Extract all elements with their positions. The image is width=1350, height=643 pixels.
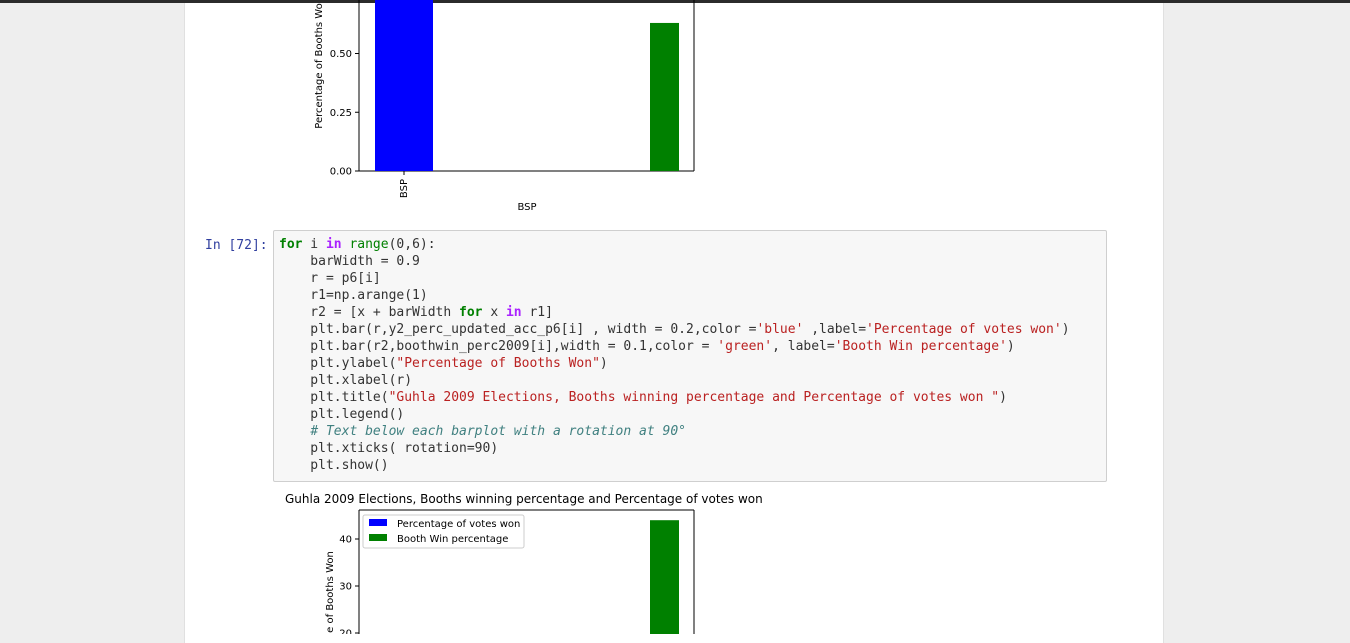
top-chart-bar-1 xyxy=(650,22,679,172)
bottom-chart-ylabel: e of Booths Won xyxy=(325,551,336,633)
top-chart-xlabel: BSP xyxy=(517,202,536,213)
legend-swatch-votes xyxy=(369,519,387,526)
bottom-chart-ytick-label: 20 xyxy=(339,629,352,635)
legend-label-votes: Percentage of votes won xyxy=(397,519,520,530)
legend-label-booth: Booth Win percentage xyxy=(397,534,508,545)
bottom-chart: 20 30 40 e of Booths Won Percentage of vot… xyxy=(325,509,695,635)
cell-prompt: In [72]: xyxy=(205,238,268,253)
code-editor[interactable]: for i in range(0,6): barWidth = 0.9 r = … xyxy=(279,236,1070,474)
top-chart-bar-0 xyxy=(375,0,433,171)
top-chart-xtick: BSP xyxy=(399,179,410,198)
bottom-chart-ytick-label: 30 xyxy=(339,582,352,593)
top-chart-ytick-label: 0.00 xyxy=(330,167,352,178)
top-chart-ytick-label: 0.50 xyxy=(330,49,352,60)
bottom-chart-bar-booth xyxy=(650,520,679,634)
bottom-chart-title: Guhla 2009 Elections, Booths winning per… xyxy=(285,492,763,506)
top-chart-ylabel: Percentage of Booths Wo xyxy=(314,3,325,128)
top-chart-ytick-label: 0.75 xyxy=(330,0,352,1)
bottom-chart-ytick-label: 40 xyxy=(339,535,352,546)
top-chart-ytick-label: 0.25 xyxy=(330,108,352,119)
top-chart: 0.000.250.500.751.001.25 Percentage of B… xyxy=(314,0,695,213)
legend-swatch-booth xyxy=(369,534,387,541)
